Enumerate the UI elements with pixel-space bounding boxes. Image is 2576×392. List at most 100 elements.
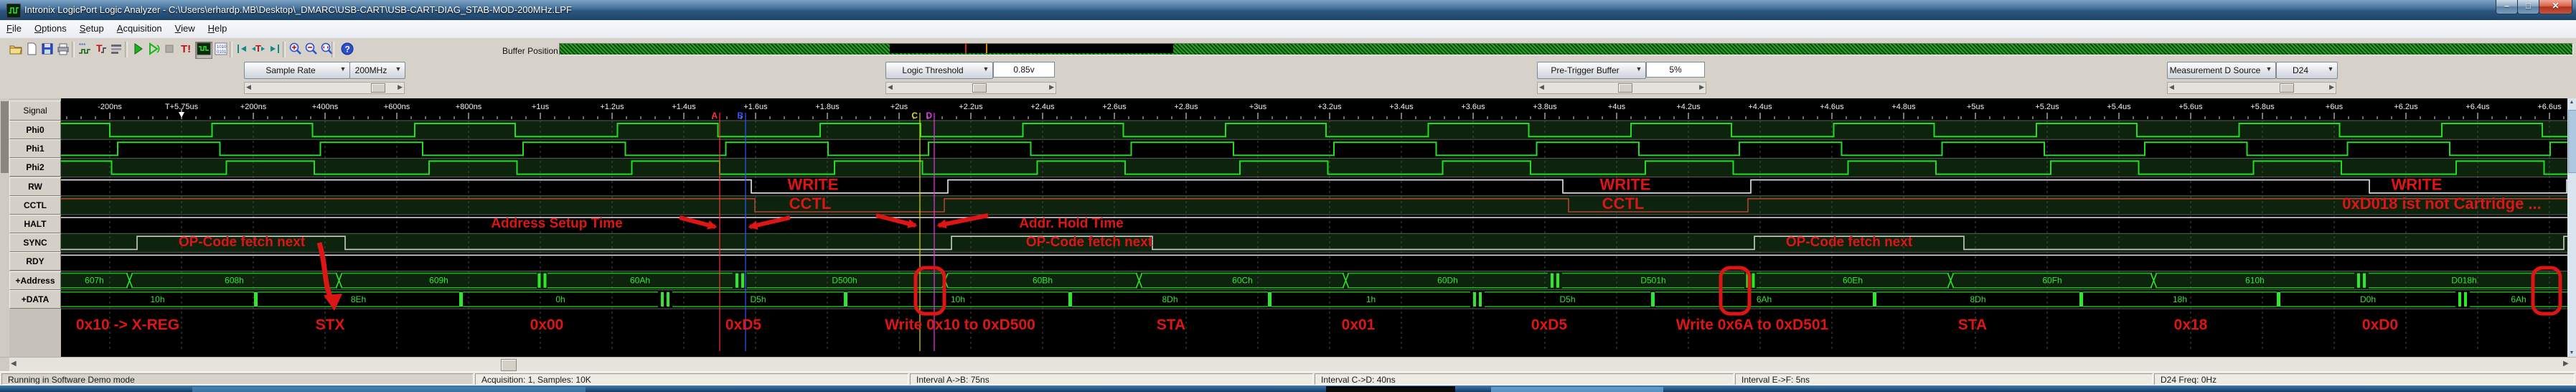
save-file-button[interactable] bbox=[39, 42, 56, 59]
trigger-setup-button[interactable]: T bbox=[92, 42, 109, 59]
menu-item-acquisition[interactable]: Acquisition bbox=[111, 20, 169, 38]
combo-label: Pre-Trigger Buffer bbox=[1551, 65, 1620, 75]
close-button[interactable]: ✕ bbox=[2539, 0, 2572, 14]
svg-text:+5.4us: +5.4us bbox=[2107, 103, 2131, 111]
slider-left-icon[interactable]: ◀ bbox=[888, 83, 893, 92]
open-file-button[interactable] bbox=[7, 42, 24, 59]
waveform-canvas[interactable]: -200ns T+5.75us +200ns +400ns +600ns +800ns +1… bbox=[61, 98, 2567, 357]
svg-text:Write 0x6A to 0xD501: Write 0x6A to 0xD501 bbox=[1676, 317, 1829, 333]
combo-pre-trigger-buffer-slider[interactable]: ◀ ▶ bbox=[1537, 82, 1706, 94]
slider-right-icon[interactable]: ▶ bbox=[2329, 83, 2334, 92]
combo-logic-threshold[interactable]: Logic Threshold ▼ bbox=[885, 62, 993, 79]
svg-text:+3.2us: +3.2us bbox=[1317, 103, 1342, 111]
scroll-up-icon[interactable]: ▲ bbox=[2567, 100, 2576, 105]
scroll-left-icon[interactable]: ◀ bbox=[11, 360, 17, 368]
svg-text:WRITE: WRITE bbox=[788, 176, 839, 194]
svg-text:0xD5: 0xD5 bbox=[1531, 317, 1568, 333]
force-trigger-button[interactable]: T! bbox=[178, 42, 195, 59]
buffer-position-bar[interactable] bbox=[559, 43, 2573, 55]
signal-label-phi0[interactable]: Phi0 bbox=[9, 121, 61, 139]
state-list-view-button[interactable]: 1010 0101 bbox=[212, 42, 230, 59]
run-repetitive-button[interactable] bbox=[145, 42, 162, 59]
svg-text:+5.6us: +5.6us bbox=[2178, 103, 2203, 111]
svg-text:+2.4us: +2.4us bbox=[1030, 103, 1055, 111]
toolbar-separator bbox=[230, 42, 232, 57]
slider-right-icon[interactable]: ▶ bbox=[398, 83, 403, 92]
goto-pre-trigger-button[interactable] bbox=[234, 42, 251, 59]
signal-label-cctl[interactable]: CCTL bbox=[9, 196, 61, 215]
signal-label-rw[interactable]: RW bbox=[9, 177, 61, 196]
waveform-view-button[interactable] bbox=[195, 42, 212, 59]
waveform-horizontal-scrollbar[interactable]: ◀ ▶ bbox=[0, 357, 2576, 372]
slider-thumb[interactable] bbox=[2280, 83, 2294, 93]
combo-logic-threshold-value[interactable]: 0.85v bbox=[993, 62, 1055, 78]
signal-label-halt[interactable]: HALT bbox=[9, 215, 61, 233]
svg-text:0xD018 ist not Cartridge ...: 0xD018 ist not Cartridge ... bbox=[2342, 195, 2542, 213]
signal-label-data[interactable]: +DATA bbox=[9, 290, 61, 309]
maximize-button[interactable]: □ bbox=[2517, 0, 2539, 14]
svg-text:60Fh: 60Fh bbox=[2042, 276, 2062, 286]
combo-sample-rate[interactable]: Sample Rate ▼ bbox=[244, 62, 350, 79]
status-segment-4: Interval E->F: 5ns bbox=[1735, 373, 2153, 385]
print-button[interactable] bbox=[55, 42, 72, 59]
acquisition-options-button[interactable] bbox=[108, 42, 125, 59]
signal-label-sync[interactable]: SYNC bbox=[9, 233, 61, 252]
signal-label-phi1[interactable]: Phi1 bbox=[9, 139, 61, 158]
signal-setup-button[interactable]: *** bbox=[76, 42, 93, 59]
signal-label-address[interactable]: +Address bbox=[9, 271, 61, 290]
svg-text:607h: 607h bbox=[85, 276, 104, 286]
minimize-button[interactable]: – bbox=[2496, 0, 2518, 14]
hscroll-thumb[interactable] bbox=[501, 359, 517, 371]
status-segment-2: Interval A->B: 75ns bbox=[910, 373, 1313, 385]
combo-value: 200MHz bbox=[354, 65, 387, 75]
svg-text:D018h: D018h bbox=[2451, 276, 2476, 286]
zoom-in-button[interactable] bbox=[287, 42, 304, 59]
combo-pre-trigger-buffer[interactable]: Pre-Trigger Buffer ▼ bbox=[1537, 62, 1646, 79]
svg-text:+1.6us: +1.6us bbox=[743, 103, 768, 111]
combo-measurement-d-source[interactable]: Measurement D Source ▼ bbox=[2167, 62, 2276, 79]
slider-thumb[interactable] bbox=[371, 83, 385, 93]
slider-left-icon[interactable]: ◀ bbox=[2169, 83, 2174, 92]
combo-logic-threshold-slider[interactable]: ◀ ▶ bbox=[885, 82, 1056, 94]
svg-text:+600ns: +600ns bbox=[384, 103, 410, 111]
combo-measurement-d-source-value[interactable]: D24 ▼ bbox=[2276, 62, 2338, 79]
slider-thumb[interactable] bbox=[1618, 83, 1632, 93]
scroll-right-icon[interactable]: ▶ bbox=[2563, 360, 2569, 368]
combo-pre-trigger-buffer-value[interactable]: 5% bbox=[1646, 62, 1705, 78]
menu-item-file[interactable]: File bbox=[0, 20, 28, 38]
toolbar-separator bbox=[72, 42, 75, 57]
signal-label-phi2[interactable]: Phi2 bbox=[9, 158, 61, 177]
svg-text:D5h: D5h bbox=[750, 294, 766, 304]
combo-sample-rate-slider[interactable]: ◀ ▶ bbox=[244, 82, 405, 94]
help-icon: ? bbox=[340, 42, 354, 60]
zoom-out-button[interactable] bbox=[303, 42, 320, 59]
slider-left-icon[interactable]: ◀ bbox=[1539, 83, 1544, 92]
scroll-down-icon[interactable]: ▼ bbox=[2567, 350, 2576, 355]
menu-item-setup[interactable]: Setup bbox=[73, 20, 111, 38]
signal-list-scrollbar[interactable] bbox=[0, 98, 9, 357]
svg-text:D: D bbox=[926, 111, 932, 121]
svg-text:+1.8us: +1.8us bbox=[815, 103, 840, 111]
slider-thumb[interactable] bbox=[972, 83, 987, 93]
new-file-button[interactable] bbox=[23, 42, 40, 59]
slider-right-icon[interactable]: ▶ bbox=[1699, 83, 1704, 92]
zoom-in-icon bbox=[288, 42, 303, 60]
signal-label-rdy[interactable]: RDY bbox=[9, 252, 61, 271]
slider-left-icon[interactable]: ◀ bbox=[246, 83, 251, 92]
run-single-button[interactable] bbox=[129, 42, 146, 59]
menu-item-view[interactable]: View bbox=[169, 20, 202, 38]
goto-post-trigger-button[interactable] bbox=[265, 42, 283, 59]
combo-measurement-d-source-slider[interactable]: ◀ ▶ bbox=[2167, 82, 2336, 94]
stop-button[interactable] bbox=[161, 42, 178, 59]
menu-item-help[interactable]: Help bbox=[202, 20, 234, 38]
combo-value: D24 bbox=[2292, 65, 2308, 75]
slider-right-icon[interactable]: ▶ bbox=[1049, 83, 1054, 92]
goto-trigger-button[interactable]: T bbox=[250, 42, 267, 59]
svg-text:OP-Code fetch next: OP-Code fetch next bbox=[1026, 235, 1153, 250]
combo-sample-rate-value[interactable]: 200MHz ▼ bbox=[349, 62, 405, 79]
menu-item-options[interactable]: Options bbox=[28, 20, 73, 38]
waveform-vertical-scrollbar[interactable]: ▲ ▼ bbox=[2567, 98, 2576, 357]
svg-text:0x01: 0x01 bbox=[1342, 317, 1376, 333]
svg-text:8Dh: 8Dh bbox=[1970, 294, 1985, 304]
help-button[interactable]: ? bbox=[339, 42, 356, 59]
